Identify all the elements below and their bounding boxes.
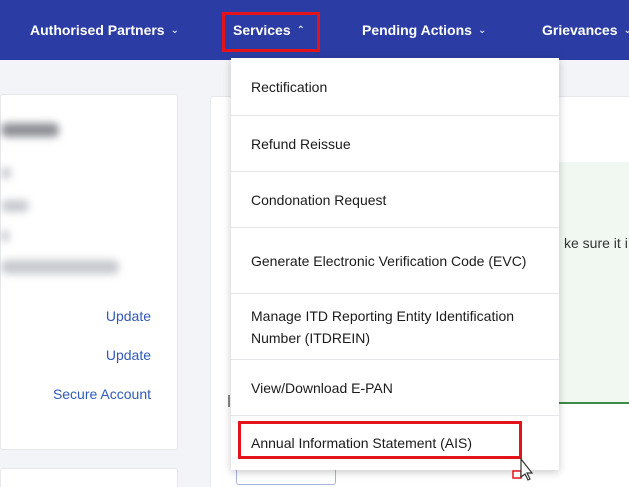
blurred-detail: [1, 230, 9, 242]
nav-pending-actions-label: Pending Actions: [362, 22, 472, 38]
menu-item-label: Generate Electronic Verification Code (E…: [251, 252, 527, 269]
secondary-card: [0, 468, 178, 487]
menu-item-view-download-epan[interactable]: View/Download E-PAN: [231, 360, 559, 416]
nav-grievances-label: Grievances: [542, 22, 618, 38]
menu-item-generate-evc[interactable]: Generate Electronic Verification Code (E…: [231, 228, 559, 294]
services-highlight-box: [222, 12, 320, 52]
blurred-email: [1, 260, 119, 274]
chevron-down-icon: ⌄: [623, 24, 629, 36]
menu-item-rectification[interactable]: Rectification: [231, 58, 559, 116]
menu-item-condonation-request[interactable]: Condonation Request: [231, 172, 559, 228]
update-link[interactable]: Update: [106, 347, 151, 363]
menu-item-refund-reissue[interactable]: Refund Reissue: [231, 116, 559, 172]
top-navbar: Authorised Partners ⌄ Services ⌃ Pending…: [0, 0, 629, 60]
nav-authorised-partners[interactable]: Authorised Partners ⌄: [30, 0, 179, 60]
menu-item-label: View/Download E-PAN: [251, 379, 393, 396]
profile-card: Update Update Secure Account: [0, 94, 178, 450]
ais-highlight-box: [238, 421, 522, 459]
secure-account-link[interactable]: Secure Account: [53, 386, 151, 402]
update-link[interactable]: Update: [106, 308, 151, 324]
divider: [228, 395, 230, 407]
services-dropdown-menu: Rectification Refund Reissue Condonation…: [231, 58, 559, 470]
blurred-name: [1, 123, 59, 137]
menu-item-label: Refund Reissue: [251, 135, 351, 152]
chevron-down-icon: ⌄: [477, 24, 487, 36]
info-panel-text: ke sure it i: [564, 235, 628, 251]
nav-grievances[interactable]: Grievances ⌄: [542, 0, 629, 60]
pointer-cursor-icon: [512, 457, 534, 481]
menu-item-label: Manage ITD Reporting Entity Identificati…: [251, 307, 515, 346]
chevron-down-icon: ⌄: [170, 24, 179, 36]
blurred-detail: [1, 200, 29, 212]
menu-item-label: Condonation Request: [251, 191, 387, 208]
menu-item-manage-itdrein[interactable]: Manage ITD Reporting Entity Identificati…: [231, 294, 559, 360]
menu-item-label: Rectification: [251, 78, 328, 95]
nav-pending-actions[interactable]: Pending Actions ⌄: [362, 0, 486, 60]
blurred-detail: [1, 167, 11, 179]
nav-authorised-partners-label: Authorised Partners: [30, 22, 165, 38]
